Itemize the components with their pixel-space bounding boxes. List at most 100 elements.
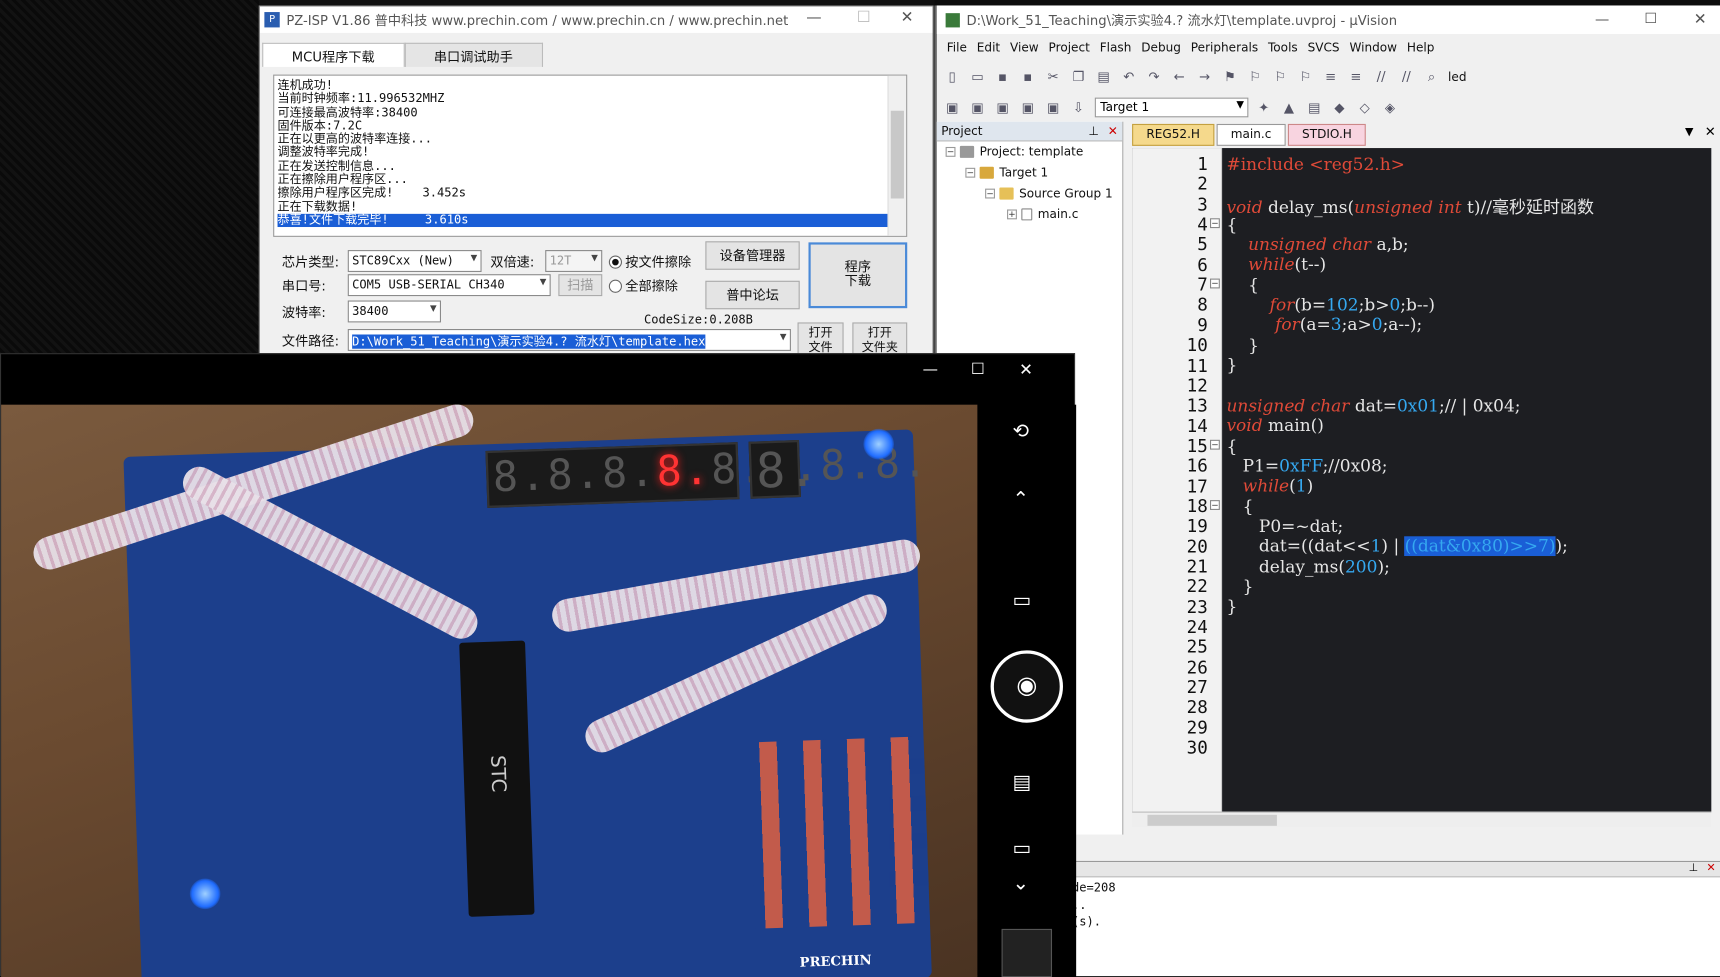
rebuild-icon[interactable]: ▣ xyxy=(994,99,1012,117)
erase-all-radio[interactable]: 全部擦除 xyxy=(608,276,678,295)
tree-project[interactable]: − Project: template xyxy=(937,141,1122,162)
menu-file[interactable]: File xyxy=(947,41,967,59)
stop-build-icon[interactable]: ▣ xyxy=(1044,99,1062,117)
close-icon[interactable]: ✕ xyxy=(901,9,914,27)
file-path-select[interactable]: D:\Work_51_Teaching\演示实验4.? 流水灯\template… xyxy=(347,329,791,351)
paste-icon[interactable]: ▤ xyxy=(1095,68,1113,86)
pack-installer-icon[interactable]: ◆ xyxy=(1331,99,1349,117)
copy-icon[interactable]: ❐ xyxy=(1070,68,1088,86)
port-select[interactable]: COM5 USB-SERIAL CH340 ▼ xyxy=(347,274,551,297)
maximize-icon[interactable]: ☐ xyxy=(971,361,985,379)
tab-reg52[interactable]: REG52.H xyxy=(1132,123,1215,146)
collapse-icon[interactable]: − xyxy=(965,167,976,178)
bookmark-icon[interactable]: ⚑ xyxy=(1221,68,1239,86)
forum-button[interactable]: 普中论坛 xyxy=(705,280,800,310)
tab-serial-assistant[interactable]: 串口调试助手 xyxy=(404,42,543,67)
open-folder-button[interactable]: 打开 文件夹 xyxy=(852,322,908,356)
gallery-thumbnail[interactable] xyxy=(1001,928,1053,977)
menu-peripherals[interactable]: Peripherals xyxy=(1191,41,1258,59)
find-in-files-icon[interactable]: ⌕ xyxy=(1423,68,1441,86)
expand-icon[interactable]: + xyxy=(1007,209,1017,220)
minimize-icon[interactable]: — xyxy=(1595,12,1609,28)
fold-icon[interactable]: − xyxy=(1209,218,1220,229)
indent-icon[interactable]: ≡ xyxy=(1322,68,1340,86)
cut-icon[interactable]: ✂ xyxy=(1044,68,1062,86)
scan-button[interactable]: 扫描 xyxy=(558,274,603,297)
download-icon[interactable]: ⇩ xyxy=(1070,99,1088,117)
switch-camera-icon[interactable]: ⟲ xyxy=(1013,420,1030,443)
close-icon[interactable]: ✕ xyxy=(1019,360,1033,380)
run-time-env-icon[interactable]: ◈ xyxy=(1381,99,1399,117)
build-icon[interactable]: ▣ xyxy=(969,99,987,117)
tab-main-c[interactable]: main.c xyxy=(1216,123,1286,146)
minimize-icon[interactable]: — xyxy=(806,9,821,27)
target-select[interactable]: Target 1 ▼ xyxy=(1094,97,1249,118)
tabs-dropdown-icon[interactable]: ▼ xyxy=(1685,126,1693,138)
tab-mcu-download[interactable]: MCU程序下载 xyxy=(262,42,405,67)
clear-bookmarks-icon[interactable]: ⚐ xyxy=(1297,68,1315,86)
maximize-icon[interactable]: ☐ xyxy=(857,9,871,27)
new-file-icon[interactable]: ▯ xyxy=(943,68,961,86)
scrollbar-thumb[interactable] xyxy=(890,110,904,199)
chevron-up-icon[interactable]: ⌃ xyxy=(1013,488,1030,511)
tree-target[interactable]: − Target 1 xyxy=(937,162,1122,183)
toolbar-search-text[interactable]: led xyxy=(1448,70,1466,84)
menu-debug[interactable]: Debug xyxy=(1141,41,1181,59)
menu-tools[interactable]: Tools xyxy=(1268,41,1298,59)
save-icon[interactable]: ▪ xyxy=(994,68,1012,86)
menu-window[interactable]: Window xyxy=(1349,41,1397,59)
unindent-icon[interactable]: ≡ xyxy=(1347,68,1365,86)
editor-hscrollbar[interactable] xyxy=(1132,811,1712,827)
manage-components-icon[interactable]: ▲ xyxy=(1280,99,1298,117)
pin-icon[interactable]: ⊥ xyxy=(1088,124,1099,138)
minimize-icon[interactable]: — xyxy=(923,361,938,379)
prev-bookmark-icon[interactable]: ⚐ xyxy=(1246,68,1264,86)
scrollbar-thumb[interactable] xyxy=(1147,814,1277,826)
menu-project[interactable]: Project xyxy=(1049,41,1090,59)
menu-help[interactable]: Help xyxy=(1407,41,1435,59)
collapse-icon[interactable]: − xyxy=(945,146,956,157)
chip-type-select[interactable]: STC89Cxx (New) ▼ xyxy=(347,250,482,272)
batch-build-icon[interactable]: ▣ xyxy=(1019,99,1037,117)
shutter-button[interactable]: ◉ xyxy=(990,650,1063,723)
speed-select[interactable]: 12T ▼ xyxy=(545,250,603,272)
next-bookmark-icon[interactable]: ⚐ xyxy=(1271,68,1289,86)
document-mode-icon[interactable]: ▤ xyxy=(1013,771,1032,794)
menu-svcs[interactable]: SVCS xyxy=(1308,41,1340,59)
open-folder-icon[interactable]: ▭ xyxy=(969,68,987,86)
menu-flash[interactable]: Flash xyxy=(1100,41,1132,59)
nav-back-icon[interactable]: ← xyxy=(1170,68,1188,86)
redo-icon[interactable]: ↷ xyxy=(1145,68,1163,86)
tree-source-group[interactable]: − Source Group 1 xyxy=(937,183,1122,204)
select-device-icon[interactable]: ◇ xyxy=(1356,99,1374,117)
target-options-icon[interactable]: ✦ xyxy=(1255,99,1273,117)
close-icon[interactable]: ✕ xyxy=(1707,862,1716,874)
chevron-down-icon[interactable]: ⌄ xyxy=(1013,872,1030,895)
close-icon[interactable]: ✕ xyxy=(1108,124,1118,138)
maximize-icon[interactable]: ☐ xyxy=(1644,11,1657,27)
fold-icon[interactable]: − xyxy=(1209,500,1220,510)
menu-view[interactable]: View xyxy=(1010,41,1039,59)
log-scrollbar[interactable] xyxy=(887,75,907,236)
program-download-button[interactable]: 程序 下载 xyxy=(808,242,908,309)
comment-icon[interactable]: // xyxy=(1372,68,1390,86)
save-all-icon[interactable]: ▪ xyxy=(1019,68,1037,86)
tree-main-c[interactable]: + main.c xyxy=(937,204,1122,225)
collapse-icon[interactable]: − xyxy=(985,188,995,199)
video-mode-icon[interactable]: ▭ xyxy=(1013,589,1032,612)
translate-icon[interactable]: ▣ xyxy=(943,99,961,117)
close-icon[interactable]: ✕ xyxy=(1705,124,1716,139)
undo-icon[interactable]: ↶ xyxy=(1120,68,1138,86)
uncomment-icon[interactable]: // xyxy=(1398,68,1416,86)
isp-log[interactable]: 连机成功! 当前时钟频率:11.996532MHZ 可连接最高波特率:38400… xyxy=(273,74,908,237)
tab-stdio[interactable]: STDIO.H xyxy=(1287,123,1367,146)
fold-icon[interactable]: − xyxy=(1209,439,1220,450)
pin-icon[interactable]: ⊥ xyxy=(1689,862,1699,874)
code-editor[interactable]: 1 2 3 4 5 6 7 8 9 10 11 12 13 14 15 16 17 18 19 20 21 22 23 24 2… xyxy=(1132,148,1712,812)
whiteboard-mode-icon[interactable]: ▭ xyxy=(1013,837,1032,860)
nav-forward-icon[interactable]: → xyxy=(1196,68,1214,86)
close-icon[interactable]: ✕ xyxy=(1694,11,1707,29)
baud-select[interactable]: 38400 ▼ xyxy=(347,300,441,323)
fold-icon[interactable]: − xyxy=(1209,278,1220,289)
file-extensions-icon[interactable]: ▤ xyxy=(1305,99,1323,117)
